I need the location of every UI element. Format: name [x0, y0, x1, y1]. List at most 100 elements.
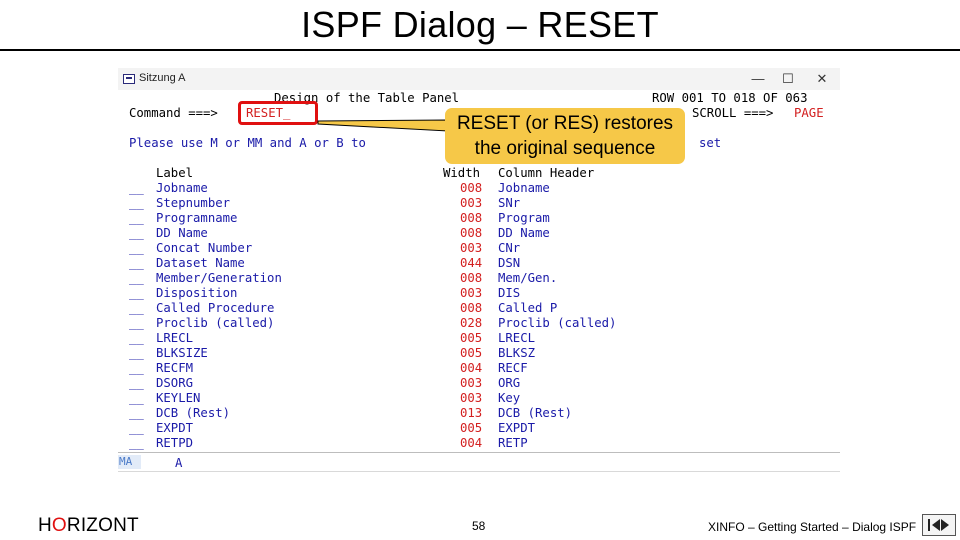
- command-input[interactable]: [246, 106, 310, 121]
- row-label: DSORG: [156, 376, 194, 390]
- row-column-header[interactable]: EXPDT: [498, 421, 535, 436]
- row-label: DCB (Rest): [156, 406, 231, 420]
- row-selection-field[interactable]: __: [129, 286, 144, 301]
- callout-line-2: the original sequence: [474, 138, 656, 159]
- horizont-logo: HORIZONT: [38, 515, 139, 537]
- row-column-header[interactable]: Jobname: [498, 181, 550, 196]
- instruction-text-end: set: [699, 136, 722, 150]
- row-selection-field[interactable]: __: [129, 226, 144, 241]
- minimize-button[interactable]: —: [746, 69, 770, 89]
- terminal-app-icon: [123, 74, 135, 84]
- row-width[interactable]: 004: [460, 361, 482, 376]
- row-width[interactable]: 003: [460, 196, 482, 211]
- row-column-header[interactable]: DCB (Rest): [498, 406, 572, 421]
- window-title: Sitzung A: [139, 72, 186, 84]
- screen-bottom-divider: [118, 452, 840, 453]
- row-width[interactable]: 044: [460, 256, 482, 271]
- navigation-icon[interactable]: [922, 514, 956, 536]
- row-column-header[interactable]: Program: [498, 211, 550, 226]
- row-width[interactable]: 008: [460, 226, 482, 241]
- row-column-header[interactable]: SNr: [498, 196, 520, 211]
- command-label: Command ===>: [129, 106, 218, 120]
- row-label: Dataset Name: [156, 256, 245, 270]
- row-width[interactable]: 005: [460, 346, 482, 361]
- row-column-header[interactable]: Mem/Gen.: [498, 271, 557, 286]
- row-label: Member/Generation: [156, 271, 282, 285]
- row-width[interactable]: 005: [460, 421, 482, 436]
- row-selection-field[interactable]: __: [129, 331, 144, 346]
- status-a-indicator: A: [175, 456, 183, 470]
- row-column-header[interactable]: DD Name: [498, 226, 550, 241]
- row-width[interactable]: 028: [460, 316, 482, 331]
- row-selection-field[interactable]: __: [129, 196, 144, 211]
- logo-letter-o: O: [51, 515, 67, 536]
- row-width[interactable]: 003: [460, 391, 482, 406]
- row-selection-field[interactable]: __: [129, 316, 144, 331]
- row-label: EXPDT: [156, 421, 194, 435]
- status-ma-indicator: MA: [118, 455, 141, 469]
- row-width[interactable]: 008: [460, 211, 482, 226]
- row-column-header[interactable]: Proclib (called): [498, 316, 616, 331]
- row-column-header[interactable]: RETP: [498, 436, 528, 451]
- callout-line-1: RESET (or RES) restores: [456, 113, 674, 134]
- close-button[interactable]: ✕: [810, 69, 834, 89]
- row-column-header[interactable]: DSN: [498, 256, 520, 271]
- row-selection-field[interactable]: __: [129, 361, 144, 376]
- row-selection-field[interactable]: __: [129, 376, 144, 391]
- row-width[interactable]: 005: [460, 331, 482, 346]
- row-selection-field[interactable]: __: [129, 391, 144, 406]
- window-titlebar: Sitzung A — ☐ ✕: [118, 68, 840, 90]
- row-width[interactable]: 003: [460, 376, 482, 391]
- row-selection-field[interactable]: __: [129, 421, 144, 436]
- row-selection-field[interactable]: __: [129, 181, 144, 196]
- row-width[interactable]: 003: [460, 241, 482, 256]
- callout-note: RESET (or RES) restores the original seq…: [445, 108, 685, 164]
- row-label: BLKSIZE: [156, 346, 208, 360]
- row-label: KEYLEN: [156, 391, 201, 405]
- row-selection-field[interactable]: __: [129, 271, 144, 286]
- row-label: Programname: [156, 211, 238, 225]
- row-width[interactable]: 008: [460, 181, 482, 196]
- row-column-header[interactable]: ORG: [498, 376, 520, 391]
- column-heading-header: Column Header: [498, 166, 595, 180]
- row-selection-field[interactable]: __: [129, 436, 144, 451]
- row-selection-field[interactable]: __: [129, 211, 144, 226]
- row-label: Proclib (called): [156, 316, 275, 330]
- row-label: Stepnumber: [156, 196, 231, 210]
- maximize-button[interactable]: ☐: [776, 69, 800, 89]
- row-label: LRECL: [156, 331, 194, 345]
- row-label: DD Name: [156, 226, 208, 240]
- logo-letter-h: H: [38, 515, 52, 536]
- row-selection-field[interactable]: __: [129, 406, 144, 421]
- row-width[interactable]: 003: [460, 286, 482, 301]
- row-selection-field[interactable]: __: [129, 241, 144, 256]
- row-label: Jobname: [156, 181, 208, 195]
- row-label: Disposition: [156, 286, 238, 300]
- row-selection-field[interactable]: __: [129, 256, 144, 271]
- instruction-text: Please use M or MM and A or B to: [129, 136, 366, 150]
- row-column-header[interactable]: Key: [498, 391, 520, 406]
- row-selection-field[interactable]: __: [129, 301, 144, 316]
- logo-rest: RIZONT: [66, 515, 139, 536]
- row-column-header[interactable]: DIS: [498, 286, 520, 301]
- scroll-value[interactable]: PAGE: [794, 106, 824, 121]
- row-selection-field[interactable]: __: [129, 346, 144, 361]
- row-column-header[interactable]: CNr: [498, 241, 520, 256]
- row-width[interactable]: 013: [460, 406, 482, 421]
- row-column-header[interactable]: RECF: [498, 361, 528, 376]
- row-label: Called Procedure: [156, 301, 275, 315]
- column-label-header: Label: [156, 166, 194, 180]
- row-width[interactable]: 008: [460, 271, 482, 286]
- row-width[interactable]: 004: [460, 436, 482, 451]
- row-column-header[interactable]: Called P: [498, 301, 557, 316]
- row-indicator: ROW 001 TO 018 OF 063: [652, 91, 808, 105]
- row-column-header[interactable]: LRECL: [498, 331, 535, 346]
- row-column-header[interactable]: BLKSZ: [498, 346, 535, 361]
- column-width-header: Width: [443, 166, 481, 180]
- row-width[interactable]: 008: [460, 301, 482, 316]
- title-divider: [0, 49, 960, 51]
- row-label: Concat Number: [156, 241, 253, 255]
- scroll-label: SCROLL ===>: [692, 106, 774, 120]
- row-label: RETPD: [156, 436, 194, 450]
- page-number: 58: [472, 519, 486, 533]
